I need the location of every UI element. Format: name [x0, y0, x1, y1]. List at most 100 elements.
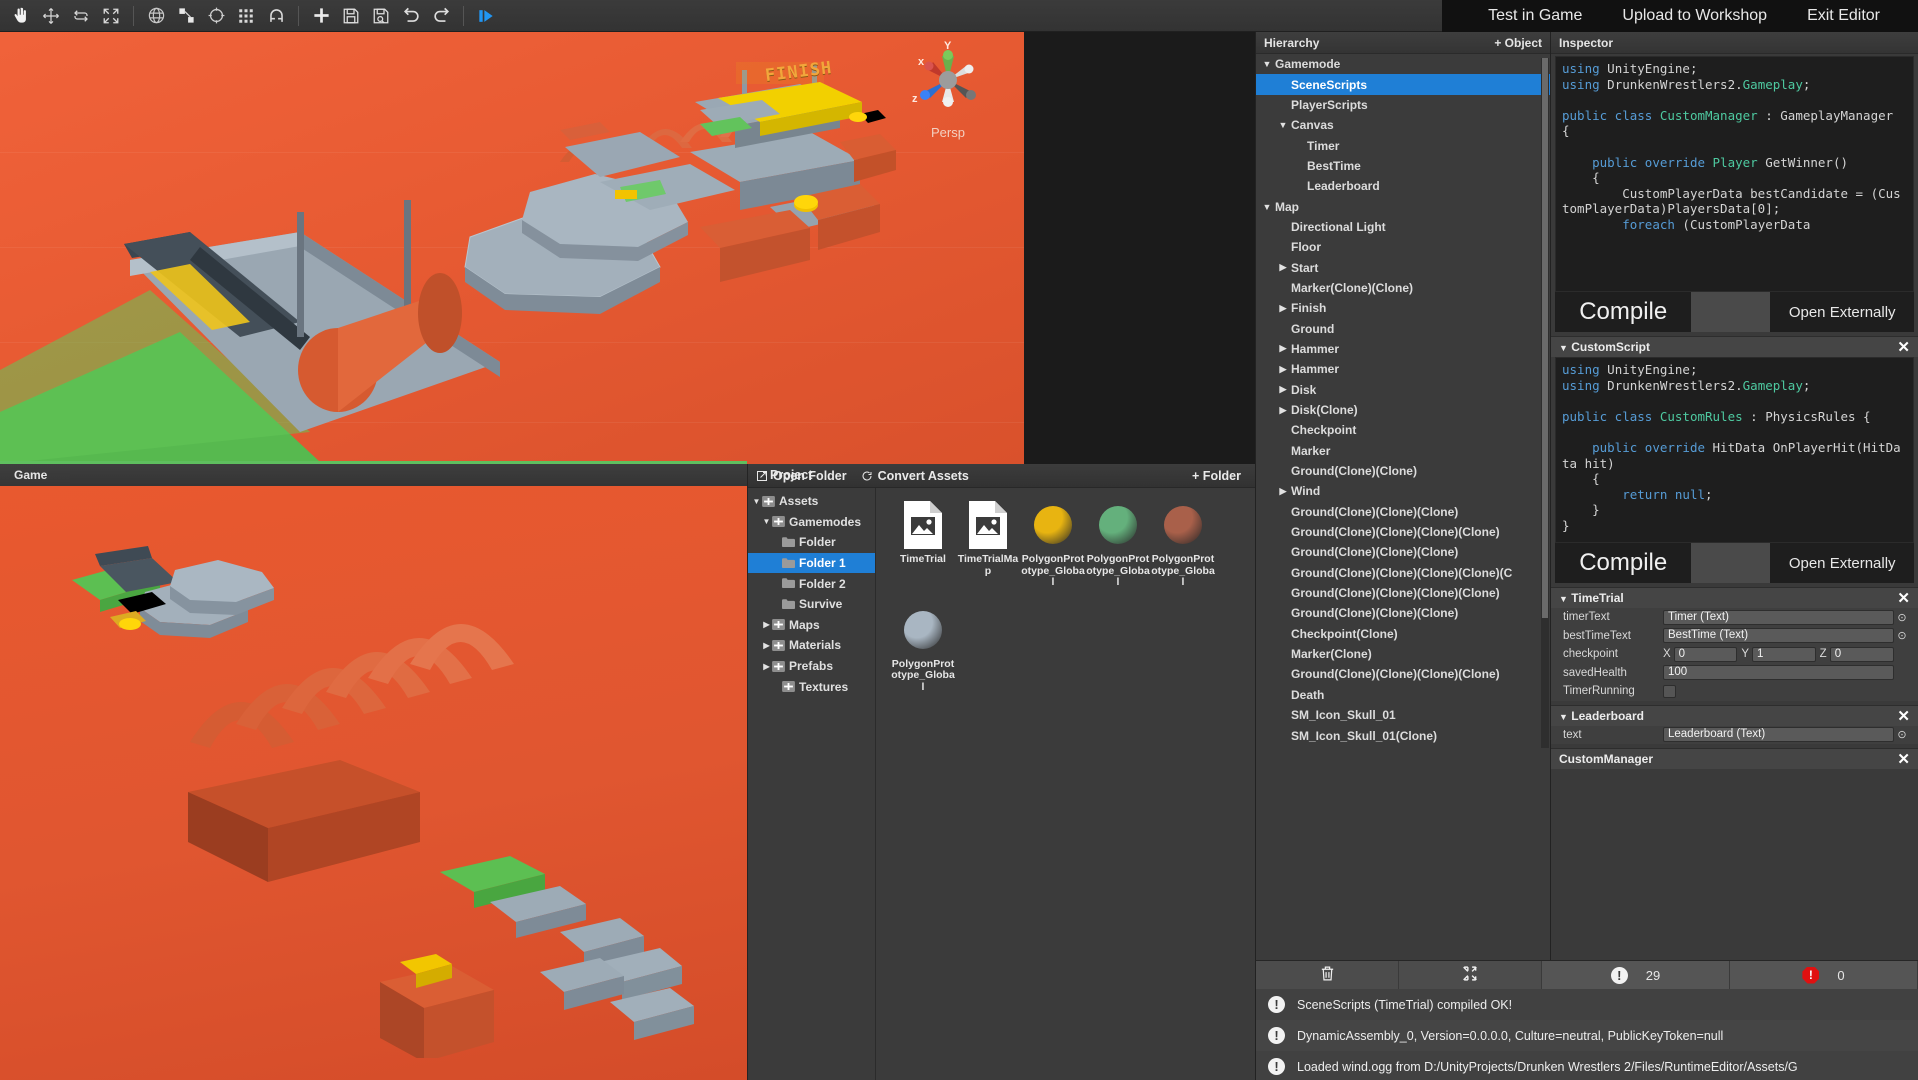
- chevron-down-icon[interactable]: ▼: [751, 497, 762, 506]
- hierarchy-item[interactable]: ▶SceneScripts: [1256, 74, 1550, 94]
- hierarchy-item[interactable]: ▶Ground(Clone)(Clone)(Clone)(Clone): [1256, 664, 1550, 684]
- hierarchy-item[interactable]: ▶Finish: [1256, 298, 1550, 318]
- add-object-button[interactable]: + Object: [1494, 36, 1542, 50]
- chevron-right-icon[interactable]: ▶: [1277, 343, 1289, 354]
- timetrial-properties[interactable]: timerTextTimer (Text)⊙bestTimeTextBestTi…: [1551, 608, 1918, 701]
- compile-button-2[interactable]: Compile: [1555, 543, 1691, 583]
- compile-button-1[interactable]: Compile: [1555, 292, 1691, 332]
- project-tree-item[interactable]: ▶Maps: [748, 615, 875, 636]
- timetrial-component-header[interactable]: ▼ TimeTrial ✕: [1551, 587, 1918, 608]
- hierarchy-item[interactable]: ▶Ground(Clone)(Clone)(Clone): [1256, 603, 1550, 623]
- property-value-field[interactable]: BestTime (Text): [1663, 628, 1894, 643]
- scene-view[interactable]: FINISH x Y z Persp: [0, 32, 1024, 464]
- object-picker-icon[interactable]: ⊙: [1894, 629, 1910, 642]
- hierarchy-scrollbar[interactable]: [1541, 58, 1549, 748]
- hierarchy-item[interactable]: ▶Floor: [1256, 237, 1550, 257]
- asset-item[interactable]: PolygonPrototype_Global: [891, 603, 956, 694]
- checkbox-icon[interactable]: [1663, 685, 1676, 698]
- hierarchy-item[interactable]: ▶Checkpoint: [1256, 420, 1550, 440]
- asset-item[interactable]: TimeTrialMap: [956, 498, 1021, 589]
- global-local-icon[interactable]: [141, 1, 171, 31]
- hierarchy-item[interactable]: ▶Ground(Clone)(Clone)(Clone): [1256, 542, 1550, 562]
- move-tool-icon[interactable]: [36, 1, 66, 31]
- hierarchy-item[interactable]: ▶Directional Light: [1256, 217, 1550, 237]
- chevron-right-icon[interactable]: ▶: [1277, 384, 1289, 395]
- close-icon[interactable]: ✕: [1897, 707, 1910, 725]
- customscript-code-editor[interactable]: using UnityEngine; using DrunkenWrestler…: [1555, 357, 1914, 543]
- exit-editor-button[interactable]: Exit Editor: [1787, 0, 1900, 32]
- hierarchy-item[interactable]: ▼Map: [1256, 196, 1550, 216]
- hierarchy-item[interactable]: ▶Leaderboard: [1256, 176, 1550, 196]
- view-gizmo[interactable]: x Y z Persp: [902, 40, 994, 140]
- hierarchy-item[interactable]: ▶PlayerScripts: [1256, 95, 1550, 115]
- gizmo-persp-label[interactable]: Persp: [902, 125, 994, 140]
- project-tree-item[interactable]: Folder 1: [748, 553, 875, 574]
- property-value-field[interactable]: Timer (Text): [1663, 610, 1894, 625]
- project-tree-item[interactable]: Folder 2: [748, 573, 875, 594]
- tab-game[interactable]: Game: [0, 464, 70, 486]
- chevron-down-icon[interactable]: ▼: [761, 517, 772, 526]
- vector-component-y[interactable]: Y1: [1741, 647, 1815, 662]
- convert-assets-label[interactable]: Convert Assets: [878, 469, 969, 483]
- hierarchy-item[interactable]: ▶Marker(Clone)(Clone): [1256, 278, 1550, 298]
- hierarchy-item[interactable]: ▶Marker: [1256, 441, 1550, 461]
- open-externally-button-2[interactable]: Open Externally: [1770, 543, 1914, 583]
- collapse-console-button[interactable]: [1399, 961, 1542, 989]
- checkbox-wrapper[interactable]: [1663, 685, 1910, 698]
- error-filter-button[interactable]: ! 0: [1730, 961, 1918, 989]
- add-folder-button[interactable]: + Folder: [1192, 469, 1241, 483]
- chevron-right-icon[interactable]: ▶: [761, 620, 772, 629]
- property-value-field[interactable]: Leaderboard (Text): [1663, 727, 1894, 742]
- console-log-row[interactable]: !Loaded wind.ogg from D:/UnityProjects/D…: [1256, 1051, 1918, 1080]
- chevron-down-icon[interactable]: ▼: [1261, 59, 1273, 69]
- console-log-row[interactable]: !DynamicAssembly_0, Version=0.0.0.0, Cul…: [1256, 1020, 1918, 1051]
- close-icon[interactable]: ✕: [1897, 338, 1910, 356]
- hierarchy-item[interactable]: ▶Ground(Clone)(Clone)(Clone)(Clone): [1256, 583, 1550, 603]
- scale-tool-icon[interactable]: [96, 1, 126, 31]
- magnet-snap-icon[interactable]: [261, 1, 291, 31]
- leaderboard-component-header[interactable]: ▼ Leaderboard ✕: [1551, 705, 1918, 726]
- project-tree-item[interactable]: Textures: [748, 676, 875, 697]
- hierarchy-item[interactable]: ▶Wind: [1256, 481, 1550, 501]
- warning-filter-button[interactable]: ! 29: [1542, 961, 1730, 989]
- convert-assets-icon[interactable]: [861, 470, 873, 482]
- upload-to-workshop-button[interactable]: Upload to Workshop: [1602, 0, 1787, 32]
- hierarchy-item[interactable]: ▶Marker(Clone): [1256, 644, 1550, 664]
- hierarchy-item[interactable]: ▶Timer: [1256, 135, 1550, 155]
- rotate-tool-icon[interactable]: [66, 1, 96, 31]
- chevron-down-icon[interactable]: ▼: [1277, 120, 1289, 130]
- hierarchy-list[interactable]: ▼Gamemode▶SceneScripts▶PlayerScripts▼Can…: [1256, 54, 1550, 960]
- project-tree-item[interactable]: Survive: [748, 594, 875, 615]
- save-as-icon[interactable]: [366, 1, 396, 31]
- hierarchy-item[interactable]: ▶Ground(Clone)(Clone)(Clone): [1256, 502, 1550, 522]
- close-icon[interactable]: ✕: [1897, 589, 1910, 607]
- hierarchy-item[interactable]: ▶Checkpoint(Clone): [1256, 624, 1550, 644]
- vector-component-x[interactable]: X0: [1663, 647, 1737, 662]
- hierarchy-item[interactable]: ▼Canvas: [1256, 115, 1550, 135]
- open-folder-icon[interactable]: [756, 470, 768, 482]
- hierarchy-item[interactable]: ▼Gamemode: [1256, 54, 1550, 74]
- redo-icon[interactable]: [426, 1, 456, 31]
- axis-input[interactable]: 0: [1674, 647, 1738, 662]
- customscript-component-header[interactable]: ▼ CustomScript ✕: [1551, 336, 1918, 357]
- object-picker-icon[interactable]: ⊙: [1894, 728, 1910, 741]
- property-value-field[interactable]: 100: [1663, 665, 1894, 680]
- hierarchy-item[interactable]: ▶SM_Icon_Skull_01(Clone): [1256, 725, 1550, 745]
- project-folder-tree[interactable]: ▼Assets▼GamemodesFolderFolder 1Folder 2S…: [748, 488, 876, 1080]
- leaderboard-properties[interactable]: textLeaderboard (Text)⊙: [1551, 726, 1918, 745]
- project-tree-item[interactable]: ▶Prefabs: [748, 656, 875, 677]
- chevron-right-icon[interactable]: ▶: [1277, 262, 1289, 273]
- chevron-right-icon[interactable]: ▶: [1277, 486, 1289, 497]
- chevron-down-icon[interactable]: ▼: [1261, 202, 1273, 212]
- project-tree-item[interactable]: Folder: [748, 532, 875, 553]
- chevron-right-icon[interactable]: ▶: [761, 662, 772, 671]
- hierarchy-item[interactable]: ▶Ground: [1256, 318, 1550, 338]
- clear-console-button[interactable]: [1256, 961, 1399, 989]
- axis-input[interactable]: 1: [1752, 647, 1816, 662]
- hierarchy-item[interactable]: ▶Death: [1256, 685, 1550, 705]
- undo-icon[interactable]: [396, 1, 426, 31]
- object-picker-icon[interactable]: ⊙: [1894, 611, 1910, 624]
- project-tree-item[interactable]: ▼Assets: [748, 491, 875, 512]
- chevron-right-icon[interactable]: ▶: [761, 641, 772, 650]
- hierarchy-item[interactable]: ▶Start: [1256, 257, 1550, 277]
